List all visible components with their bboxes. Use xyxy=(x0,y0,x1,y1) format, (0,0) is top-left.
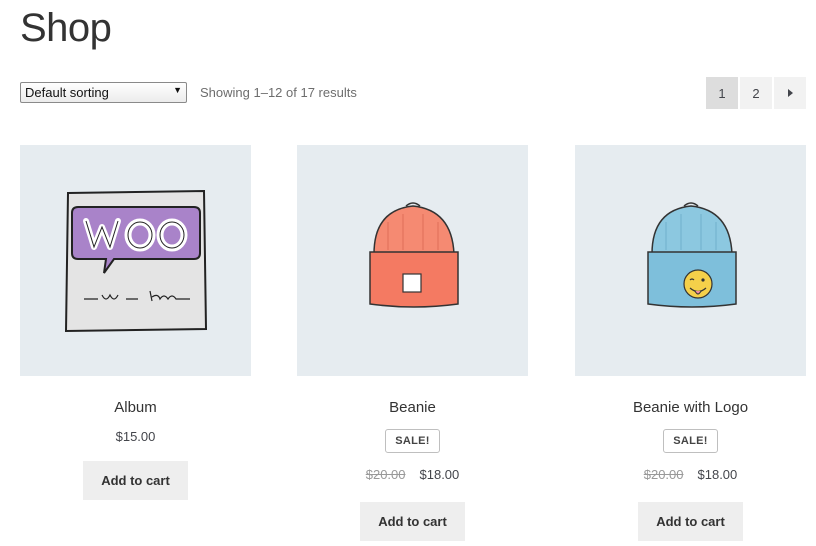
triangle-right-icon xyxy=(788,89,793,97)
original-price: $20.00 xyxy=(365,467,406,482)
add-to-cart-button[interactable]: Add to cart xyxy=(360,502,465,541)
page-1-current: 1 xyxy=(706,77,738,109)
pagination: 1 2 xyxy=(706,77,806,109)
next-page-button[interactable] xyxy=(774,77,806,109)
shop-page: Shop Default sorting ▼ Showing 1–12 of 1… xyxy=(0,0,816,546)
sorting-select[interactable]: Default sorting ▼ xyxy=(20,82,187,103)
product-name[interactable]: Beanie with Logo xyxy=(633,399,748,417)
blue-beanie-icon xyxy=(646,201,737,308)
product-name[interactable]: Beanie xyxy=(389,399,436,417)
dropdown-arrow-icon: ▼ xyxy=(173,85,182,95)
product-image-beanie-with-logo[interactable] xyxy=(575,145,806,376)
product-price: $15.00 xyxy=(115,429,156,444)
sale-price: $18.00 xyxy=(697,467,738,482)
page-2-link[interactable]: 2 xyxy=(740,77,772,109)
product-card-beanie: Beanie SALE! $20.00 $18.00 Add to cart xyxy=(297,145,528,541)
sale-badge: SALE! xyxy=(663,429,718,453)
original-price: $20.00 xyxy=(643,467,684,482)
page-title: Shop xyxy=(20,6,112,50)
sorting-selected-value: Default sorting xyxy=(25,85,109,100)
product-image-beanie[interactable] xyxy=(297,145,528,376)
sale-badge: SALE! xyxy=(385,429,440,453)
woo-album-icon xyxy=(64,189,207,332)
product-image-album[interactable] xyxy=(20,145,251,376)
add-to-cart-button[interactable]: Add to cart xyxy=(638,502,743,541)
product-name[interactable]: Album xyxy=(114,399,157,417)
product-price: $20.00 $18.00 xyxy=(366,467,460,482)
orange-beanie-icon xyxy=(368,201,459,308)
sale-price: $18.00 xyxy=(419,467,460,482)
result-count: Showing 1–12 of 17 results xyxy=(200,85,357,100)
product-card-beanie-with-logo: Beanie with Logo SALE! $20.00 $18.00 Add… xyxy=(575,145,806,541)
add-to-cart-button[interactable]: Add to cart xyxy=(83,461,188,500)
product-card-album: Album $15.00 Add to cart xyxy=(20,145,251,500)
product-price: $20.00 $18.00 xyxy=(644,467,738,482)
